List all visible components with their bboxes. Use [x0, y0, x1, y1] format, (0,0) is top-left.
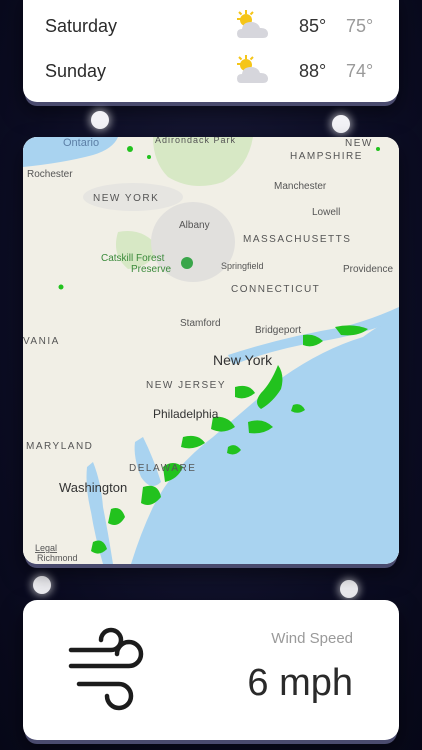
map-label: CONNECTICUT	[231, 284, 320, 295]
map-label: Manchester	[274, 181, 327, 192]
map-label: Adirondack Park	[155, 137, 236, 145]
forecast-day: Saturday	[45, 16, 118, 36]
map-label: Springfield	[221, 261, 264, 271]
map-label: Preserve	[131, 264, 171, 275]
card-pin	[340, 580, 358, 598]
map-label: Washington	[59, 480, 127, 495]
map-label: Catskill Forest	[101, 253, 165, 264]
map-label: VANIA	[23, 336, 60, 347]
map-label: HAMPSHIRE	[290, 151, 363, 162]
map-label: Albany	[179, 220, 210, 231]
forecast-high: 88°	[299, 61, 327, 81]
map-label: Bridgeport	[255, 325, 301, 336]
wind-speed-label: Wind Speed	[271, 630, 353, 647]
forecast-low: 74°	[346, 61, 374, 81]
partly-sunny-icon	[237, 10, 269, 38]
map-label: Ontario	[63, 137, 99, 149]
legal-link[interactable]: Legal	[35, 543, 57, 553]
map-label: Philadelphia	[153, 407, 219, 421]
map-label: Rochester	[27, 169, 73, 180]
map-label: MARYLAND	[26, 441, 93, 452]
forecast-low: 75°	[346, 16, 374, 36]
forecast-row-saturday[interactable]: Saturday 85° 75°	[23, 8, 399, 48]
map-label: Lowell	[312, 207, 340, 218]
wind-icon	[68, 627, 144, 711]
partly-sunny-icon	[237, 55, 269, 83]
forecast-card: Saturday 85° 75° Sunday 88° 74°	[23, 0, 399, 102]
wind-speed-value: 6 mph	[247, 662, 353, 704]
radar-map[interactable]: Ontario Adirondack Park NEW HAMPSHIRE Ro…	[23, 137, 399, 564]
forecast-day: Sunday	[45, 61, 107, 81]
map-label: Stamford	[180, 318, 221, 329]
map-label: MASSACHUSETTS	[243, 234, 351, 245]
park-icon	[181, 257, 193, 269]
card-pin	[33, 576, 51, 594]
card-pin	[332, 115, 350, 133]
wind-card: Wind Speed 6 mph	[23, 600, 399, 740]
forecast-high: 85°	[299, 16, 327, 36]
card-pin	[91, 111, 109, 129]
map-label: NEW	[345, 138, 373, 149]
forecast-row-sunday[interactable]: Sunday 88° 74°	[23, 53, 399, 93]
map-label: Providence	[343, 264, 393, 275]
map-label: NEW YORK	[93, 193, 159, 204]
map-label: DELAWARE	[129, 463, 196, 474]
map-label: NEW JERSEY	[146, 380, 226, 391]
map-label: New York	[213, 352, 273, 368]
radar-map-card[interactable]: Ontario Adirondack Park NEW HAMPSHIRE Ro…	[23, 137, 399, 564]
map-label: Richmond	[37, 553, 78, 563]
